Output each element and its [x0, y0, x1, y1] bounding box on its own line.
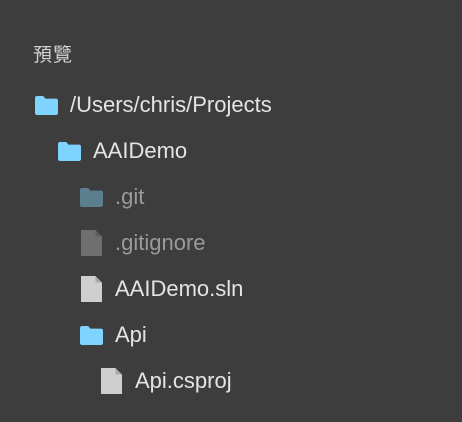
file-icon [100, 368, 123, 394]
tree-item-projects[interactable]: /Users/chris/Projects [35, 82, 272, 128]
tree-item-label: .gitignore [115, 230, 206, 255]
tree-item-api[interactable]: Api [80, 312, 147, 358]
folder-icon [80, 323, 103, 347]
tree-item-label: /Users/chris/Projects [70, 92, 272, 117]
tree-item-label: Api.csproj [135, 368, 232, 393]
tree-item-gitignore[interactable]: .gitignore [80, 220, 206, 266]
tree-item-aaidemo-sln[interactable]: AAIDemo.sln [80, 266, 243, 312]
file-icon [80, 276, 103, 302]
file-icon [80, 230, 103, 256]
folder-icon [80, 185, 103, 209]
preview-panel: 預覽 /Users/chris/Projects AAIDemo .git .g… [0, 0, 462, 422]
tree-item-label: Api [115, 322, 147, 347]
tree-item-git[interactable]: .git [80, 174, 144, 220]
tree-item-label: AAIDemo.sln [115, 276, 244, 301]
preview-heading: 預覽 [33, 44, 74, 66]
tree-item-api-csproj[interactable]: Api.csproj [100, 358, 232, 404]
tree-item-aaidemo[interactable]: AAIDemo [58, 128, 187, 174]
tree-item-label: .git [115, 184, 145, 209]
folder-icon [58, 139, 81, 163]
tree-item-label: AAIDemo [93, 138, 188, 163]
folder-icon [35, 93, 58, 117]
